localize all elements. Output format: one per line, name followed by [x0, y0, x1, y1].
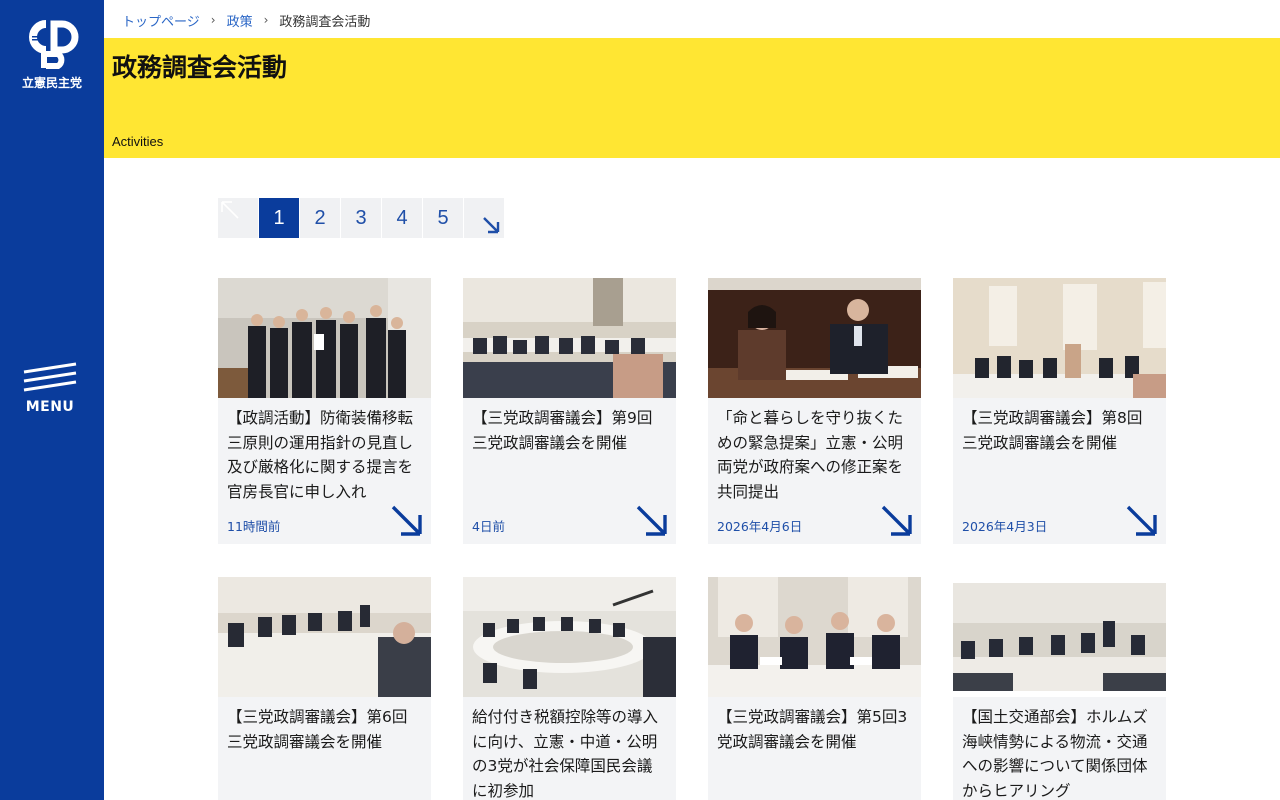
pagination: 1 2 3 4 5 [218, 198, 504, 238]
article-title: 【三党政調審議会】第9回三党政調審議会を開催 [472, 409, 653, 452]
article-card[interactable]: 給付付き税額控除等の導入に向け、立憲・中道・公明の3党が社会保障国民会議に初参加 [463, 577, 676, 800]
page-2-button[interactable]: 2 [300, 198, 340, 238]
page-subtitle: Activities [112, 134, 164, 149]
article-title: 【国土交通部会】ホルムズ海峡情勢による物流・交通への影響について関係団体からヒア… [962, 708, 1148, 800]
article-thumbnail [218, 577, 431, 697]
article-date: 4日前 [472, 519, 505, 534]
article-thumbnail [953, 278, 1166, 398]
arrow-down-right-icon [1126, 505, 1157, 536]
article-card[interactable]: 【三党政調審議会】第8回三党政調審議会を開催 2026年4月3日 [953, 278, 1166, 544]
article-card[interactable]: 【三党政調審議会】第5回3党政調審議会を開催 [708, 577, 921, 800]
article-card[interactable]: 【三党政調審議会】第9回三党政調審議会を開催 4日前 [463, 278, 676, 544]
article-thumbnail [953, 577, 1166, 697]
page-1-button[interactable]: 1 [259, 198, 299, 238]
site-logo[interactable]: 立憲民主党 [16, 20, 88, 90]
article-title: 【三党政調審議会】第5回3党政調審議会を開催 [717, 708, 908, 751]
breadcrumb-home-link[interactable]: トップページ [122, 11, 200, 30]
page-3-button[interactable]: 3 [341, 198, 381, 238]
arrow-down-right-icon [391, 505, 422, 536]
arrow-down-right-icon [636, 505, 667, 536]
breadcrumb: トップページ › 政策 › 政務調査会活動 [122, 10, 370, 30]
article-card[interactable]: 【三党政調審議会】第6回三党政調審議会を開催 [218, 577, 431, 800]
article-thumbnail [708, 577, 921, 697]
next-page-button[interactable] [464, 198, 504, 238]
article-title: 【政調活動】防衛装備移転三原則の運用指針の見直し及び厳格化に関する提言を官房長官… [227, 409, 414, 501]
article-thumbnail [218, 278, 431, 398]
article-date: 2026年4月3日 [962, 519, 1048, 534]
article-date: 11時間前 [227, 519, 281, 534]
breadcrumb-policy-link[interactable]: 政策 [227, 11, 253, 30]
article-title: 【三党政調審議会】第6回三党政調審議会を開催 [227, 708, 408, 751]
page-4-button[interactable]: 4 [382, 198, 422, 238]
article-title: 「命と暮らしを守り抜くための緊急提案」立憲・公明両党が政府案への修正案を共同提出 [717, 409, 904, 501]
page-5-button[interactable]: 5 [423, 198, 463, 238]
article-thumbnail [708, 278, 921, 398]
hamburger-icon [23, 362, 77, 392]
article-title: 給付付き税額控除等の導入に向け、立憲・中道・公明の3党が社会保障国民会議に初参加 [472, 708, 659, 800]
page-title: 政務調査会活動 [112, 53, 288, 82]
arrow-down-right-icon [483, 217, 500, 234]
menu-button[interactable]: MENU [18, 362, 82, 418]
article-date: 2026年4月6日 [717, 519, 803, 534]
arrow-down-right-icon [881, 505, 912, 536]
article-card[interactable]: 【政調活動】防衛装備移転三原則の運用指針の見直し及び厳格化に関する提言を官房長官… [218, 278, 431, 544]
article-thumbnail [463, 577, 676, 697]
breadcrumb-current: 政務調査会活動 [279, 14, 371, 30]
cdp-logo-icon [29, 20, 79, 69]
party-name: 立憲民主党 [21, 76, 82, 90]
article-title: 【三党政調審議会】第8回三党政調審議会を開催 [962, 409, 1143, 452]
chevron-right-icon: › [263, 13, 269, 27]
first-page-button[interactable] [218, 198, 258, 238]
sidebar: 立憲民主党 MENU [0, 0, 104, 800]
article-card[interactable]: 「命と暮らしを守り抜くための緊急提案」立憲・公明両党が政府案への修正案を共同提出… [708, 278, 921, 544]
article-thumbnail [463, 278, 676, 398]
page-header: 政務調査会活動 Activities [104, 38, 1280, 158]
chevron-right-icon: › [210, 13, 216, 27]
menu-label: MENU [25, 399, 75, 415]
arrow-up-left-icon [221, 201, 239, 219]
article-card[interactable]: 【国土交通部会】ホルムズ海峡情勢による物流・交通への影響について関係団体からヒア… [953, 577, 1166, 800]
